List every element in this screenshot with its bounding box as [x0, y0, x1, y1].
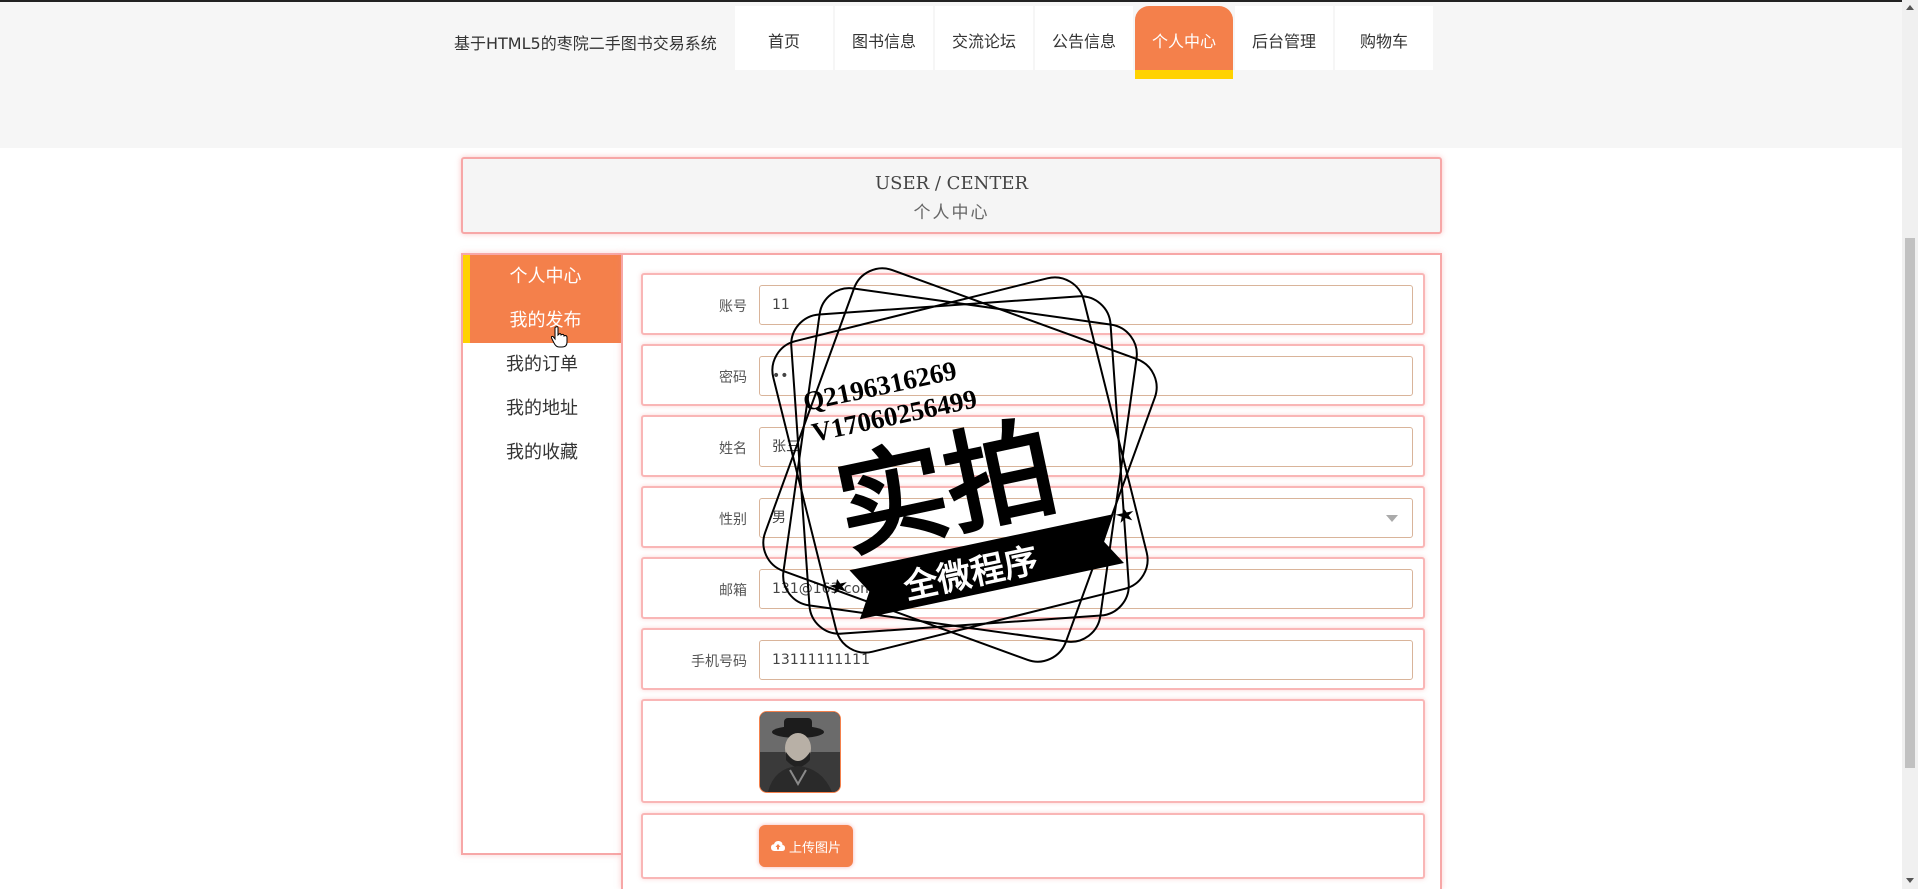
upload-image-button[interactable]: 上传图片 [759, 825, 853, 867]
page-title-en: USER / CENTER [874, 173, 1029, 194]
form-row-gender: 性别 男 [641, 486, 1425, 548]
scrollbar-thumb[interactable] [1905, 238, 1915, 768]
avatar [759, 711, 841, 793]
nav-forum[interactable]: 交流论坛 [935, 6, 1033, 70]
password-label: 密码 [719, 370, 747, 386]
scroll-down-icon[interactable] [1906, 878, 1914, 883]
upload-button-label: 上传图片 [788, 840, 841, 856]
form-row-phone: 手机号码 13111111111 [641, 628, 1425, 690]
phone-input[interactable]: 13111111111 [759, 640, 1413, 680]
phone-label: 手机号码 [691, 654, 747, 670]
page-title-zh: 个人中心 [913, 203, 990, 223]
nav-home[interactable]: 首页 [735, 6, 833, 70]
account-input[interactable]: 11 [759, 285, 1413, 325]
form-row-email: 邮箱 131@163.com [641, 557, 1425, 619]
nav-cart[interactable]: 购物车 [1335, 6, 1433, 70]
sidebar-item-my-posts[interactable]: 我的发布 [463, 299, 621, 343]
sidebar: 个人中心 我的发布 我的订单 我的地址 我的收藏 [461, 253, 621, 855]
main-nav: 首页 图书信息 交流论坛 公告信息 个人中心 后台管理 购物车 [735, 6, 1435, 79]
nav-book-info[interactable]: 图书信息 [835, 6, 933, 70]
nav-announcements[interactable]: 公告信息 [1035, 6, 1133, 70]
name-input[interactable]: 张三 [759, 427, 1413, 467]
form-row-password: 密码 •• [641, 344, 1425, 406]
form-row-upload: 上传图片 [641, 813, 1425, 879]
sidebar-item-my-favorites[interactable]: 我的收藏 [463, 431, 621, 475]
email-input[interactable]: 131@163.com [759, 569, 1413, 609]
hand-cursor-icon [551, 326, 568, 348]
chevron-down-icon [1386, 515, 1398, 522]
sidebar-item-my-address[interactable]: 我的地址 [463, 387, 621, 431]
form-row-name: 姓名 张三 [641, 415, 1425, 477]
profile-form: 账号 11 密码 •• 姓名 张三 性别 男 邮箱 131@163.com 手机… [621, 253, 1442, 889]
account-label: 账号 [719, 299, 747, 315]
form-row-avatar [641, 699, 1425, 803]
nav-admin[interactable]: 后台管理 [1235, 6, 1333, 70]
cloud-upload-icon [770, 840, 785, 851]
page-scrollbar[interactable] [1902, 0, 1918, 889]
gender-label: 性别 [719, 512, 747, 528]
avatar-photo-icon [760, 712, 840, 792]
gender-value: 男 [772, 510, 786, 526]
site-title: 基于HTML5的枣院二手图书交易系统 [454, 34, 717, 53]
email-label: 邮箱 [719, 583, 747, 599]
scroll-up-icon[interactable] [1906, 5, 1914, 10]
nav-user-center[interactable]: 个人中心 [1135, 6, 1233, 79]
gender-select[interactable]: 男 [759, 498, 1413, 538]
sidebar-item-my-orders[interactable]: 我的订单 [463, 343, 621, 387]
sidebar-item-user-center[interactable]: 个人中心 [463, 255, 621, 299]
name-label: 姓名 [719, 441, 747, 457]
password-input[interactable]: •• [759, 356, 1413, 396]
form-row-account: 账号 11 [641, 273, 1425, 335]
page-header: USER / CENTER 个人中心 [461, 157, 1442, 234]
